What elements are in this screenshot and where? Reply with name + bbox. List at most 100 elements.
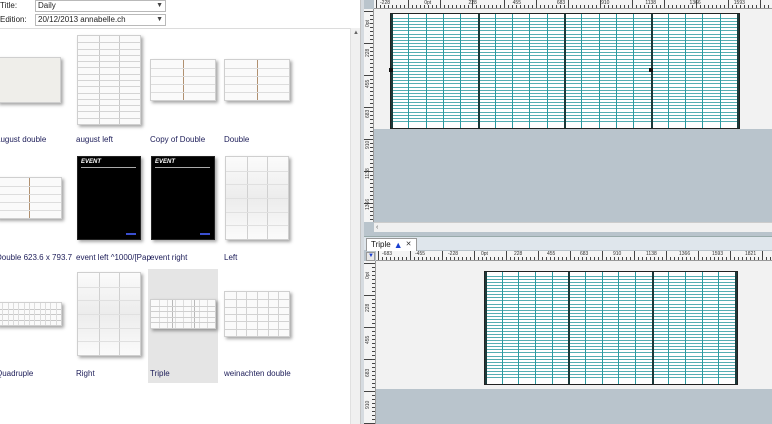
ruler-tick <box>616 5 617 8</box>
ruler-tick <box>370 135 373 136</box>
edition-select[interactable]: 20/12/2013 annabelle.ch ▼ <box>35 14 166 26</box>
ruler-tick <box>620 5 621 8</box>
ruler-tick <box>372 315 375 316</box>
template-tile[interactable]: EVENT event right <box>148 153 218 267</box>
page-row-line <box>485 294 737 295</box>
ruler-label: 1366 <box>689 0 701 6</box>
ruler-tick <box>372 343 375 344</box>
close-icon[interactable]: ✕ <box>406 239 412 251</box>
ruler-tick <box>372 351 375 352</box>
ruler-tick <box>392 5 393 8</box>
page-row-line <box>485 346 737 347</box>
ruler-tick <box>372 411 375 412</box>
ruler-tick <box>372 291 375 292</box>
ruler-tick <box>372 403 375 404</box>
ruler-tick <box>528 5 529 8</box>
triple-page-preview[interactable] <box>390 13 740 129</box>
template-tile[interactable]: Right <box>74 269 144 383</box>
ruler-label: 0pt <box>424 0 432 6</box>
page-column-line <box>518 272 519 384</box>
template-thumbnail-frame: EVENT <box>74 153 144 243</box>
template-tile[interactable]: Double 623.6 x 793.7p <box>0 153 72 267</box>
ruler-tick <box>364 327 375 328</box>
ruler-label: -455 <box>415 251 426 257</box>
template-tile[interactable]: weinachten double <box>222 269 292 383</box>
ruler-tick <box>370 123 373 124</box>
ruler-tick <box>526 257 527 260</box>
ruler-tick <box>594 257 595 260</box>
ruler-tick <box>372 335 375 336</box>
ruler-tick <box>734 257 735 260</box>
ruler-tick <box>650 257 651 260</box>
ruler-tick <box>762 251 763 260</box>
template-tile[interactable]: august double <box>0 35 64 149</box>
scroll-left-icon[interactable]: ‹ <box>376 224 378 231</box>
template-thumbnail <box>150 59 216 101</box>
ruler-tick <box>464 5 465 8</box>
ruler-tick <box>506 251 507 260</box>
ruler-tick <box>570 251 571 260</box>
ruler-tick <box>628 5 629 8</box>
ruler-tick <box>404 5 405 8</box>
vertical-scrollbar[interactable]: ▲ <box>350 28 360 424</box>
triple-page-preview[interactable] <box>484 271 738 385</box>
template-tile[interactable]: Quadruple <box>0 269 64 383</box>
template-tile[interactable]: august left <box>74 35 144 149</box>
page-column-line <box>564 14 566 128</box>
page-row-line <box>485 276 737 277</box>
ruler-tick <box>426 257 427 260</box>
ruler-tick <box>532 5 533 8</box>
ruler-tick <box>396 5 397 8</box>
ruler-tick <box>398 257 399 260</box>
ruler-tick <box>364 295 375 296</box>
ruler-tick <box>576 5 577 8</box>
ruler-tick <box>436 5 437 8</box>
ruler-tick <box>672 5 673 8</box>
ruler-tick <box>370 219 373 220</box>
ruler-label: 683 <box>365 109 371 119</box>
ruler-tick <box>370 187 373 188</box>
ruler-tick <box>370 211 373 212</box>
tab-triple[interactable]: Triple ▲ ✕ <box>366 238 417 251</box>
ruler-tick <box>408 0 409 8</box>
template-label: august left <box>76 135 113 144</box>
ruler-tick <box>698 251 699 260</box>
ruler-tick <box>568 0 569 8</box>
scroll-up-icon[interactable]: ▲ <box>353 30 359 36</box>
template-thumbnail-frame <box>222 35 292 125</box>
title-select[interactable]: Daily ▼ <box>35 0 166 12</box>
ruler-tick <box>364 43 373 44</box>
ruler-label: 683 <box>556 0 566 6</box>
ruler-tick <box>662 257 663 260</box>
template-tile[interactable]: EVENT event left ^1000/[Pap <box>74 153 151 267</box>
template-tile[interactable]: Left <box>222 153 292 267</box>
template-tile[interactable]: Double <box>222 35 292 149</box>
ruler-label: 1138 <box>646 251 657 257</box>
ruler-tick <box>452 5 453 8</box>
ruler-tick <box>370 163 373 164</box>
page-row-line <box>485 307 737 308</box>
ruler-tick <box>548 5 549 8</box>
horizontal-scrollbar[interactable]: ‹ <box>374 222 772 232</box>
ruler-tick <box>370 63 373 64</box>
ruler-label: 0pt <box>481 251 488 257</box>
template-label: Double 623.6 x 793.7p <box>0 253 72 262</box>
ruler-tick <box>372 371 375 372</box>
resize-handle[interactable] <box>389 68 393 72</box>
ruler-tick <box>460 5 461 8</box>
template-tile[interactable]: Triple <box>148 269 218 383</box>
ruler-tick <box>370 103 373 104</box>
ruler-label: -228 <box>380 0 391 6</box>
template-thumbnail <box>224 291 290 337</box>
ruler-tick <box>370 179 373 180</box>
ruler-label: 1821 <box>745 251 757 257</box>
ruler-tick <box>474 251 475 260</box>
ruler-tick <box>508 5 509 8</box>
page-column-line <box>485 272 487 384</box>
page-column-line <box>599 14 600 128</box>
ruler-corner-button[interactable]: ▼ <box>366 252 375 261</box>
template-tile[interactable]: Copy of Double <box>148 35 218 149</box>
ruler-label: 1593 <box>712 251 724 257</box>
resize-handle[interactable] <box>649 68 653 72</box>
ruler-tick <box>524 5 525 8</box>
